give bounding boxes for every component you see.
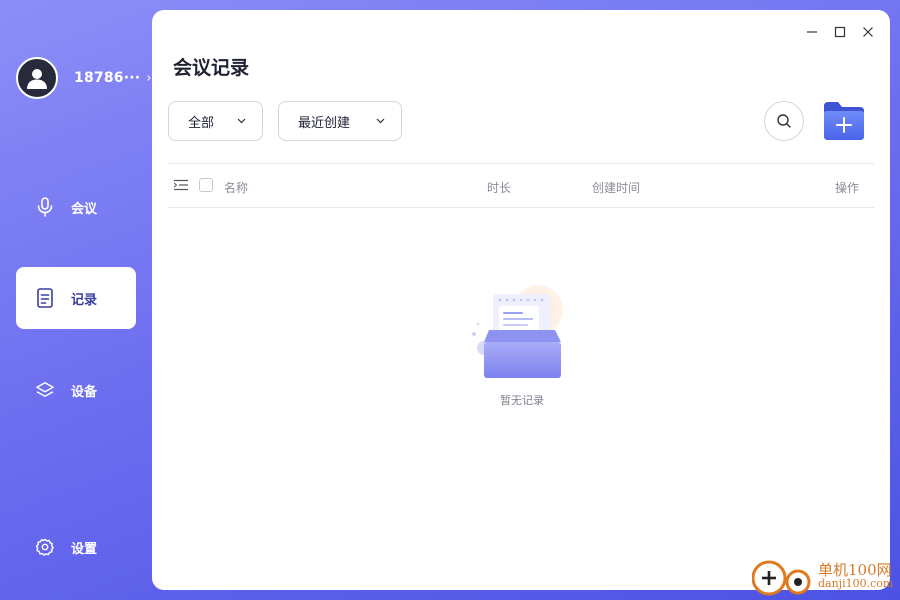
chevron-down-icon	[376, 118, 385, 124]
column-header-duration[interactable]: 时长	[487, 179, 511, 196]
minimize-icon	[807, 31, 817, 33]
site-watermark: 单机100网 danji100.com	[752, 558, 893, 596]
user-icon	[27, 69, 47, 89]
search-button[interactable]	[764, 101, 804, 141]
empty-state-message: 暂无记录	[500, 394, 544, 407]
nav-item-records[interactable]: 记录	[16, 267, 136, 329]
maximize-button[interactable]	[832, 24, 848, 40]
nav-item-label: 设备	[71, 384, 98, 400]
user-name: 18786···	[74, 70, 141, 86]
nav-item-label: 会议	[71, 201, 98, 217]
user-profile[interactable]: 18786··· ›	[16, 57, 151, 99]
window-controls	[804, 24, 876, 40]
folder-plus-icon	[824, 102, 864, 140]
table-header: 名称 时长 创建时间 操作	[168, 163, 874, 208]
column-header-created[interactable]: 创建时间	[592, 179, 640, 196]
chevron-right-icon: ›	[146, 70, 152, 86]
select-all-checkbox[interactable]	[199, 178, 213, 192]
column-header-actions: 操作	[835, 181, 860, 195]
sidebar: 18786··· › 会议 记录 设备 设置	[0, 0, 152, 600]
microphone-icon	[36, 197, 54, 217]
document-icon	[36, 288, 54, 308]
watermark-text: 单机100网	[818, 561, 892, 579]
close-button[interactable]	[860, 24, 876, 40]
chevron-down-icon	[237, 118, 246, 124]
empty-inbox-icon	[472, 285, 563, 378]
nav-item-label: 记录	[71, 292, 98, 308]
search-icon	[777, 114, 791, 128]
watermark-logo-icon	[752, 560, 811, 596]
watermark-url: danji100.com	[818, 577, 894, 590]
nav-item-devices[interactable]: 设备	[16, 359, 136, 421]
sort-value: 最近创建	[298, 115, 351, 131]
layers-icon	[36, 381, 54, 399]
nav-item-settings[interactable]: 设置	[16, 516, 136, 578]
page-title: 会议记录	[173, 57, 250, 79]
category-filter-value: 全部	[188, 115, 215, 131]
column-header-name[interactable]: 名称	[224, 179, 248, 196]
empty-state: 暂无记录	[464, 282, 580, 407]
list-toggle-icon[interactable]	[173, 179, 188, 194]
sort-dropdown[interactable]: 最近创建	[278, 101, 402, 141]
nav-item-meeting[interactable]: 会议	[16, 176, 136, 238]
minimize-button[interactable]	[804, 24, 820, 40]
maximize-icon	[834, 26, 846, 38]
nav-item-label: 设置	[71, 541, 98, 557]
category-filter-dropdown[interactable]: 全部	[168, 101, 263, 141]
avatar	[16, 57, 58, 99]
gear-icon	[36, 538, 54, 556]
close-icon	[863, 27, 873, 37]
new-folder-button[interactable]	[822, 100, 866, 142]
main-panel: 会议记录 全部 最近创建 名称 时长 创建时间 操作 暂无记录	[152, 10, 890, 590]
